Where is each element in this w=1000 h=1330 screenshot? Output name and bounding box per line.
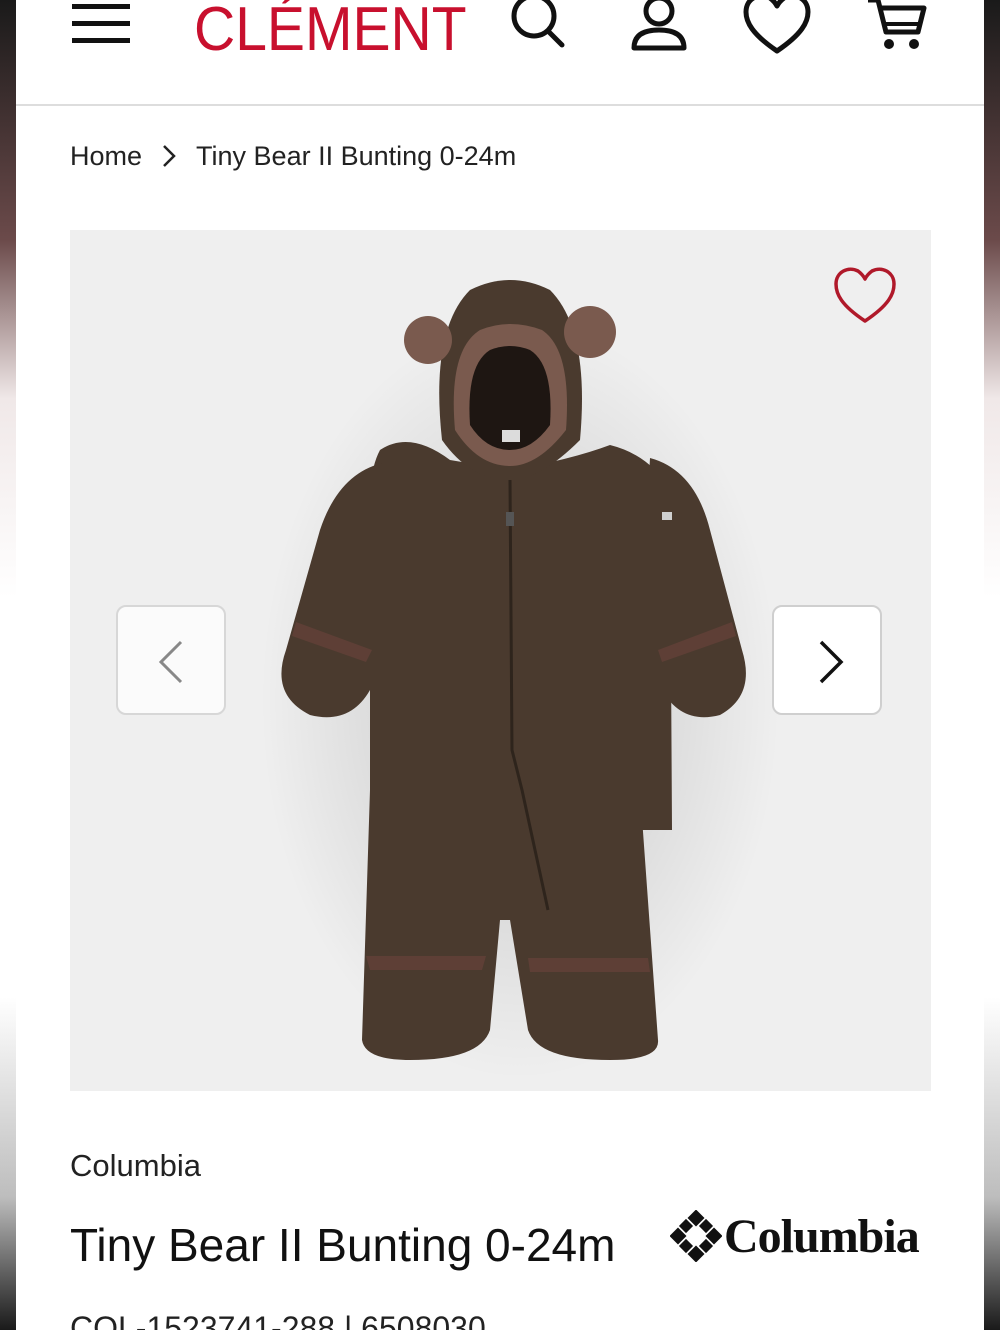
account-icon [631,0,687,51]
page: CLÉMENT Home Tiny Bear II Bunting 0-24m … [0,0,1000,1330]
search-icon [511,0,565,48]
product-gallery [70,230,931,1091]
product-sku: COL-1523741-288 | 6508030 [70,1310,486,1330]
next-image-button[interactable] [772,605,882,715]
menu-button[interactable] [72,0,130,50]
cart-icon [868,0,927,49]
brand-logo: Columbia [670,1206,930,1266]
breadcrumb: Home Tiny Bear II Bunting 0-24m [70,136,516,176]
heart-icon [834,267,896,323]
brand-logo-text: Columbia [724,1209,920,1263]
chevron-right-icon [819,640,844,684]
chevron-right-icon [163,145,176,167]
search-button[interactable] [504,0,574,56]
menu-icon-bar [72,38,130,43]
wishlist-button[interactable] [742,0,812,56]
account-button[interactable] [624,0,694,56]
cart-button[interactable] [864,0,934,56]
menu-icon-bar [72,21,130,26]
app-frame: CLÉMENT Home Tiny Bear II Bunting 0-24m … [16,0,984,1330]
store-logo[interactable]: CLÉMENT [194,0,467,64]
breadcrumb-current: Tiny Bear II Bunting 0-24m [196,140,517,171]
chevron-left-icon [158,640,183,684]
product-brand-link[interactable]: Columbia [70,1148,201,1184]
menu-icon [72,4,130,9]
add-to-wishlist-button[interactable] [832,266,898,326]
site-header: CLÉMENT [16,0,984,106]
previous-image-button[interactable] [116,605,226,715]
columbia-diamond-icon [670,1210,722,1262]
wishlist-icon [743,0,811,54]
product-title: Tiny Bear II Bunting 0-24m [70,1219,616,1271]
breadcrumb-home-link[interactable]: Home [70,141,142,172]
